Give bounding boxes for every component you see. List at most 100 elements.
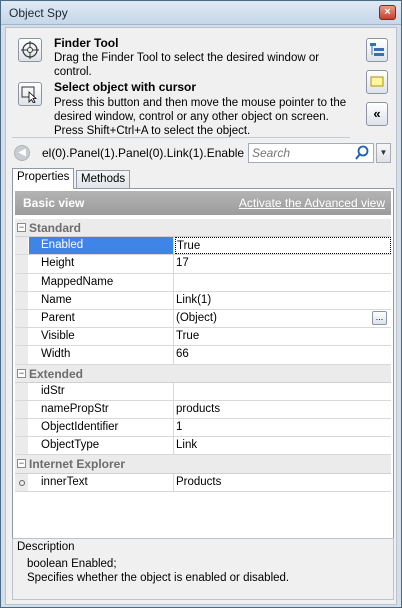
row-gutter bbox=[15, 309, 28, 328]
property-name: Width bbox=[29, 346, 174, 364]
property-row[interactable]: Name Link(1) bbox=[15, 291, 391, 310]
row-gutter bbox=[15, 237, 28, 255]
property-name: namePropStr bbox=[29, 400, 174, 419]
property-value[interactable]: 1 bbox=[175, 419, 391, 436]
property-value[interactable] bbox=[175, 274, 391, 291]
property-value[interactable]: (Object) ... bbox=[175, 310, 391, 327]
property-name: Height bbox=[29, 255, 174, 273]
bullet-icon bbox=[19, 479, 25, 486]
client-area: Finder Tool Drag the Finder Tool to sele… bbox=[5, 27, 397, 605]
category-name: Standard bbox=[29, 221, 82, 235]
description-body: boolean Enabled; Specifies whether the o… bbox=[27, 557, 289, 585]
property-value[interactable]: True bbox=[175, 237, 391, 255]
property-value[interactable]: Link bbox=[175, 437, 391, 454]
collapse-panel-button[interactable]: « bbox=[366, 102, 388, 126]
category-standard: − Standard bbox=[15, 219, 391, 238]
select-desc-line-3: Press Shift+Ctrl+A to select the object. bbox=[54, 125, 251, 137]
title-bar[interactable]: Object Spy × bbox=[1, 1, 401, 25]
ellipsis-button[interactable]: ... bbox=[372, 310, 387, 325]
row-gutter bbox=[15, 419, 28, 437]
category-name: Extended bbox=[29, 366, 84, 381]
select-object-description: Press this button and then move the mous… bbox=[54, 96, 354, 138]
description-line-2: Specifies whether the object is enabled … bbox=[27, 572, 290, 584]
property-value[interactable]: Products bbox=[175, 474, 391, 491]
row-gutter bbox=[15, 346, 28, 364]
property-value-text: (Object) bbox=[176, 311, 217, 324]
collapse-toggle-icon[interactable]: − bbox=[17, 368, 26, 378]
search-box bbox=[248, 143, 374, 163]
description-panel: Description boolean Enabled; Specifies w… bbox=[12, 538, 394, 600]
tab-methods[interactable]: Methods bbox=[76, 170, 131, 189]
category-internet-explorer: − Internet Explorer bbox=[15, 455, 391, 474]
row-gutter bbox=[15, 328, 28, 346]
property-row[interactable]: Parent (Object) ... bbox=[15, 309, 391, 329]
property-name: Parent bbox=[29, 309, 174, 328]
property-name: Name bbox=[29, 291, 174, 309]
search-icon[interactable] bbox=[355, 145, 369, 161]
property-name: Enabled bbox=[29, 237, 174, 255]
view-header-bar: Basic view Activate the Advanced view bbox=[15, 191, 391, 215]
finder-panel: Finder Tool Drag the Finder Tool to sele… bbox=[12, 32, 350, 137]
property-value[interactable]: products bbox=[175, 401, 391, 418]
row-gutter bbox=[15, 273, 28, 291]
object-tree-icon bbox=[370, 43, 384, 56]
row-gutter bbox=[15, 255, 28, 273]
property-name: ObjectType bbox=[29, 437, 174, 455]
property-grid-panel: Basic view Activate the Advanced view − … bbox=[12, 188, 394, 554]
search-input[interactable] bbox=[252, 146, 352, 160]
property-name: Visible bbox=[29, 328, 174, 346]
property-value[interactable]: Link(1) bbox=[175, 292, 391, 309]
collapse-toggle-icon[interactable]: − bbox=[17, 223, 26, 232]
row-gutter bbox=[15, 382, 28, 400]
description-title: Description bbox=[17, 541, 75, 553]
row-gutter bbox=[15, 400, 28, 419]
property-row[interactable]: ObjectIdentifier 1 bbox=[15, 419, 391, 438]
property-value[interactable]: True bbox=[175, 328, 391, 345]
object-spy-window: Object Spy × Finder Tool Drag the Finder… bbox=[0, 0, 402, 608]
tab-properties[interactable]: Properties bbox=[12, 168, 75, 189]
advanced-view-link[interactable]: Activate the Advanced view bbox=[239, 196, 385, 210]
select-desc-line-2: desired window, control or any other obj… bbox=[54, 111, 329, 123]
category-name: Internet Explorer bbox=[29, 457, 126, 472]
basic-view-label: Basic view bbox=[23, 196, 85, 210]
property-row[interactable]: Width 66 bbox=[15, 346, 391, 365]
collapse-toggle-icon[interactable]: − bbox=[17, 459, 26, 469]
object-path-text: el(0).Panel(1).Panel(0).Link(1).Enabled bbox=[42, 146, 244, 160]
cursor-select-icon[interactable] bbox=[18, 82, 42, 106]
property-value[interactable] bbox=[175, 383, 391, 400]
select-object-heading: Select object with cursor bbox=[54, 80, 197, 94]
object-path-bar: ◀ el(0).Panel(1).Panel(0).Link(1).Enable… bbox=[12, 142, 392, 164]
property-row[interactable]: idStr bbox=[15, 382, 391, 401]
tab-strip: Properties Methods bbox=[12, 168, 392, 189]
row-gutter bbox=[15, 291, 28, 309]
property-name: MappedName bbox=[29, 273, 174, 291]
row-gutter bbox=[15, 437, 28, 455]
back-arrow-icon[interactable]: ◀ bbox=[14, 145, 30, 161]
description-line-1: boolean Enabled; bbox=[27, 558, 117, 570]
property-name: innerText bbox=[29, 473, 174, 491]
property-row[interactable]: Visible True bbox=[15, 328, 391, 347]
property-value[interactable]: 17 bbox=[175, 255, 391, 272]
category-extended: − Extended bbox=[15, 364, 391, 383]
crosshair-target-icon[interactable] bbox=[18, 38, 42, 62]
separator bbox=[12, 137, 350, 138]
property-row[interactable]: innerText Products bbox=[15, 473, 391, 492]
highlight-window-button[interactable] bbox=[366, 70, 388, 94]
finder-tool-description: Drag the Finder Tool to select the desir… bbox=[54, 52, 320, 78]
highlight-window-icon bbox=[370, 76, 384, 87]
row-gutter bbox=[15, 473, 28, 491]
property-value[interactable]: 66 bbox=[175, 346, 391, 363]
object-tree-button[interactable] bbox=[366, 38, 388, 62]
property-name: ObjectIdentifier bbox=[29, 419, 174, 437]
property-row[interactable]: Height 17 bbox=[15, 255, 391, 274]
chevron-down-icon[interactable]: ▼ bbox=[376, 143, 391, 163]
property-row[interactable]: namePropStr products bbox=[15, 400, 391, 420]
select-desc-line-1: Press this button and then move the mous… bbox=[54, 97, 347, 109]
property-name: idStr bbox=[29, 382, 174, 400]
property-row[interactable]: MappedName bbox=[15, 273, 391, 292]
close-button[interactable]: × bbox=[379, 5, 396, 20]
window-title: Object Spy bbox=[9, 6, 68, 20]
property-row[interactable]: ObjectType Link bbox=[15, 437, 391, 456]
property-row[interactable]: Enabled True bbox=[15, 237, 391, 256]
property-grid: − Standard Enabled True Height 17 Mapped… bbox=[15, 219, 391, 492]
